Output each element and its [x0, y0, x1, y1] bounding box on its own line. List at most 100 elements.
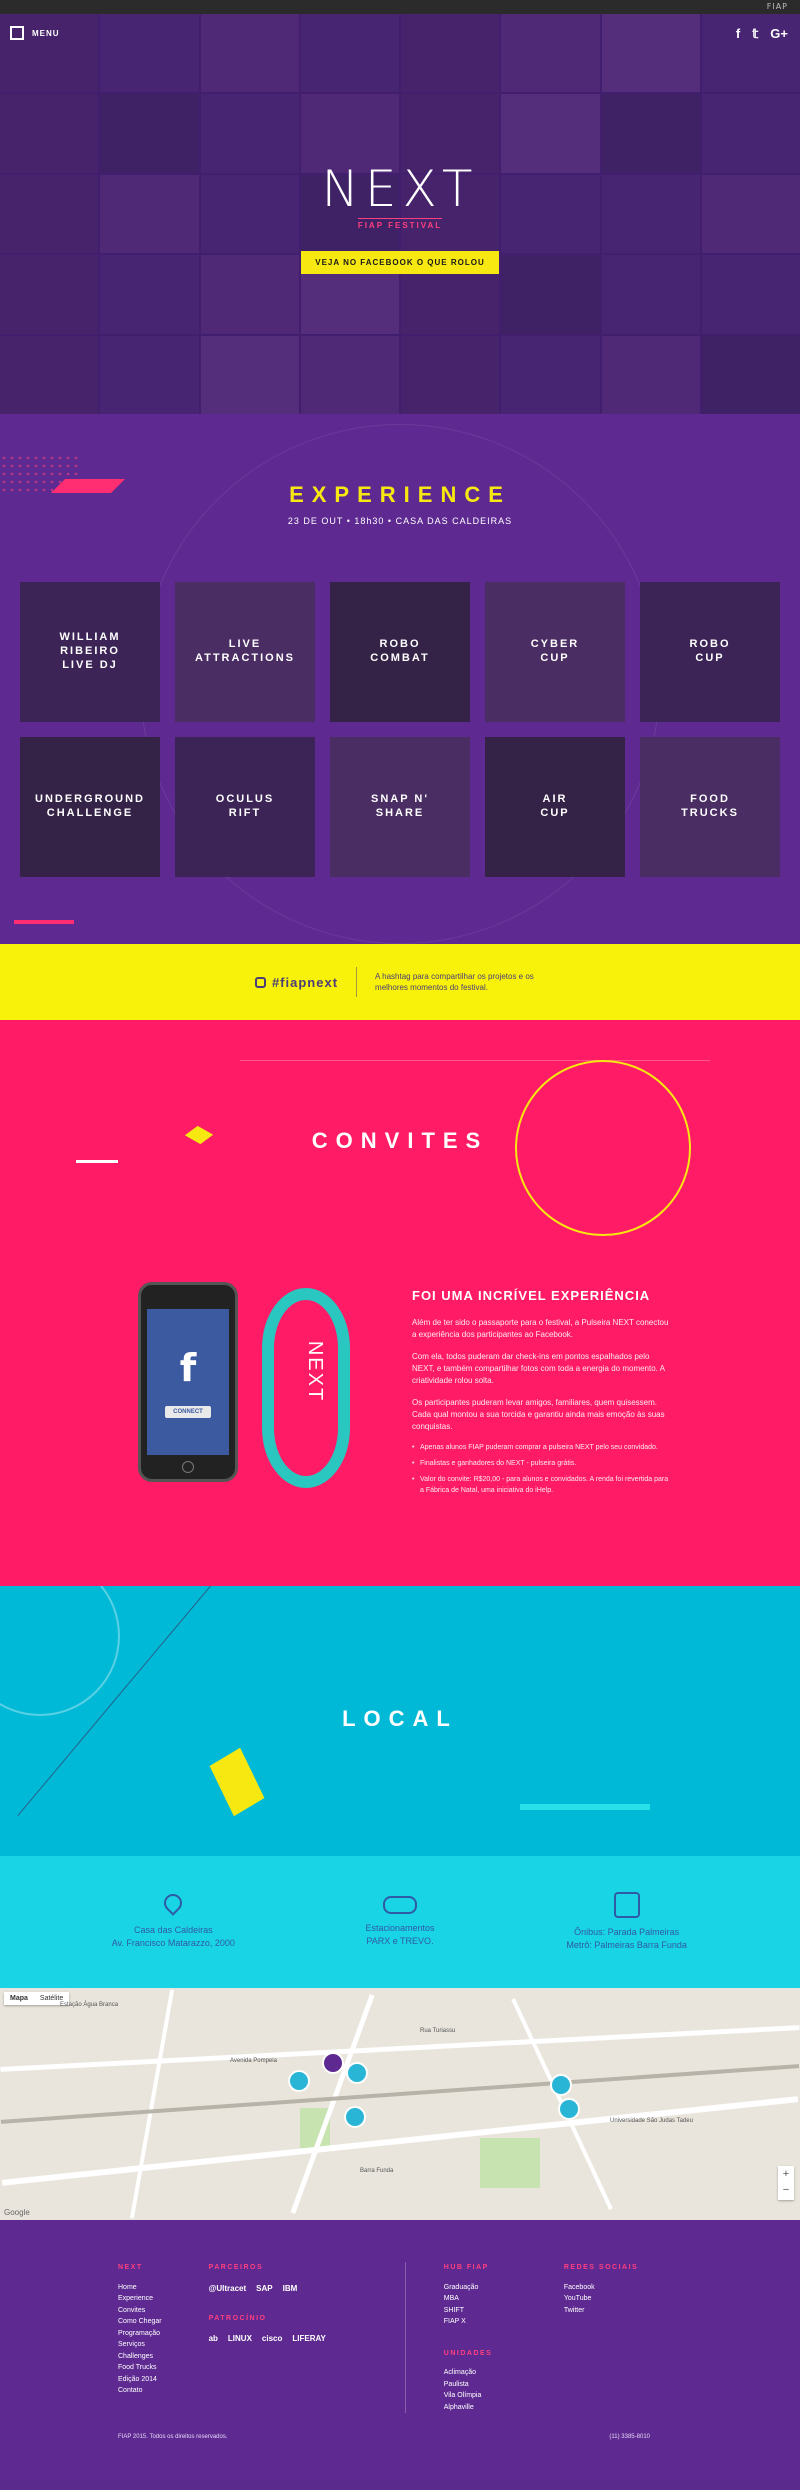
- experience-section: EXPERIENCE 23 DE OUT • 18h30 • CASA DAS …: [0, 414, 800, 944]
- footer-link[interactable]: FIAP X: [444, 2316, 564, 2328]
- menu-label: MENU: [32, 28, 60, 38]
- card-robo-cup[interactable]: ROBO CUP: [640, 582, 780, 722]
- map-road: [129, 1989, 175, 2219]
- liferay-logo[interactable]: LIFERAY: [292, 2332, 326, 2345]
- card-oculus-rift[interactable]: OCULUS RIFT: [175, 737, 315, 877]
- venue-marker-icon[interactable]: [322, 2052, 344, 2074]
- google-plus-icon[interactable]: G+: [770, 26, 788, 42]
- ab-logo[interactable]: ab: [209, 2332, 218, 2345]
- convites-text: FOI UMA INCRÍVEL EXPERIÊNCIA Além de ter…: [412, 1288, 672, 1501]
- footer-link[interactable]: Home: [118, 2282, 209, 2294]
- card-cyber-cup[interactable]: CYBER CUP: [485, 582, 625, 722]
- bus-marker-icon[interactable]: [344, 2106, 366, 2128]
- bus-marker-icon[interactable]: [550, 2074, 572, 2096]
- map-road: [0, 2025, 800, 2072]
- site-footer: NEXT Home Experience Convites Como Chega…: [0, 2220, 800, 2480]
- parking-marker-icon[interactable]: [288, 2070, 310, 2092]
- convites-paragraph: Além de ter sido o passaporte para o fes…: [412, 1318, 669, 1339]
- footer-link[interactable]: Challenges: [118, 2351, 209, 2363]
- info-line: PARX e TREVO.: [366, 1936, 434, 1946]
- menu-button[interactable]: MENU: [10, 26, 60, 40]
- card-live-attractions[interactable]: LIVE ATTRACTIONS: [175, 582, 315, 722]
- experience-title: EXPERIENCE: [289, 482, 511, 507]
- footer-link[interactable]: Graduação: [444, 2282, 564, 2294]
- decorative-bar: [76, 1160, 118, 1163]
- local-info-row: Casa das Caldeiras Av. Francisco Mataraz…: [0, 1856, 800, 1988]
- footer-link[interactable]: Edição 2014: [118, 2374, 209, 2386]
- card-food-trucks[interactable]: FOOD TRUCKS: [640, 737, 780, 877]
- facebook-icon[interactable]: f: [736, 26, 740, 42]
- footer-link[interactable]: Contato: [118, 2385, 209, 2397]
- card-label: WILLIAM RIBEIRO LIVE DJ: [59, 631, 121, 671]
- footer-heading: NEXT: [118, 2264, 143, 2271]
- experience-date: 23 DE OUT • 18h30 • CASA DAS CALDEIRAS: [287, 516, 513, 526]
- info-line: Ônibus: Parada Palmeiras: [574, 1927, 680, 1938]
- footer-link[interactable]: Experience: [118, 2293, 209, 2305]
- phone-screen: f CONNECT: [147, 1309, 229, 1455]
- footer-link[interactable]: Aclimação: [444, 2367, 564, 2379]
- partner-logos: @Ultracet SAP IBM: [209, 2282, 385, 2295]
- footer-link[interactable]: Programação: [118, 2328, 209, 2340]
- zoom-control[interactable]: + −: [778, 2166, 794, 2200]
- hashtag-label[interactable]: #fiapnext: [254, 974, 339, 990]
- card-label: ROBO COMBAT: [370, 638, 430, 664]
- cisco-logo[interactable]: cisco: [262, 2332, 282, 2345]
- info-line: Av. Francisco Matarazzo, 2000: [111, 1938, 235, 1948]
- transport-info: Ônibus: Parada Palmeiras Metrô: Palmeira…: [527, 1892, 727, 1951]
- footer-link[interactable]: Serviços: [118, 2339, 209, 2351]
- footer-link[interactable]: Alphaville: [444, 2402, 564, 2414]
- footer-link[interactable]: SHIFT: [444, 2305, 564, 2317]
- linux-logo[interactable]: LINUX: [228, 2332, 252, 2345]
- local-title: LOCAL: [342, 1706, 458, 1731]
- map-road: [1, 2096, 799, 2186]
- card-label: OCULUS RIFT: [215, 793, 275, 819]
- card-robo-combat[interactable]: ROBO COMBAT: [330, 582, 470, 722]
- footer-link[interactable]: Paulista: [444, 2379, 564, 2391]
- footer-link[interactable]: Facebook: [564, 2282, 682, 2294]
- decorative-line: [240, 1060, 710, 1061]
- list-item: Valor do convite: R$20,00 - para alunos …: [412, 1475, 672, 1497]
- home-button-icon: [182, 1461, 194, 1473]
- convites-paragraph: Os participantes puderam levar amigos, f…: [412, 1398, 665, 1431]
- facebook-cta-button[interactable]: VEJA NO FACEBOOK O QUE ROLOU: [301, 251, 499, 274]
- parking-marker-icon[interactable]: [346, 2062, 368, 2084]
- ultracet-logo[interactable]: @Ultracet: [209, 2282, 247, 2295]
- hashtag-band: #fiapnext A hashtag para compartilhar os…: [0, 944, 800, 1020]
- map-road: [290, 1994, 375, 2214]
- footer-link[interactable]: Twitter: [564, 2305, 682, 2317]
- next-logo: NEXT: [321, 160, 479, 218]
- sap-logo[interactable]: SAP: [256, 2282, 272, 2295]
- card-william-ribeiro[interactable]: WILLIAM RIBEIRO LIVE DJ: [20, 582, 160, 722]
- map-rail: [0, 2064, 800, 2124]
- footer-link[interactable]: Food Trucks: [118, 2362, 209, 2374]
- card-label: FOOD TRUCKS: [681, 793, 739, 819]
- phone-illustration: f CONNECT: [138, 1282, 238, 1482]
- footer-link[interactable]: Como Chegar: [118, 2316, 209, 2328]
- convites-section: CONVITES f CONNECT NEXT FOI UMA INCRÍVEL…: [0, 1020, 800, 1586]
- hashtag-text: #fiapnext: [271, 974, 339, 990]
- copyright: FIAP 2015. Todos os direitos reservados.: [118, 2434, 228, 2440]
- location-map[interactable]: Mapa Satélite Estação Água Branca Univer…: [0, 1988, 800, 2220]
- info-line: Metrô: Palmeiras Barra Funda: [566, 1940, 687, 1950]
- card-label: ROBO CUP: [689, 638, 731, 664]
- footer-heading: HUB FIAP: [443, 2264, 489, 2271]
- footer-link[interactable]: Convites: [118, 2305, 209, 2317]
- twitter-icon[interactable]: 𝕥: [752, 26, 758, 42]
- list-item: Finalistas e ganhadores do NEXT - pulsei…: [412, 1459, 672, 1470]
- card-label: UNDERGROUND CHALLENGE: [35, 793, 145, 819]
- local-section: LOCAL: [0, 1586, 800, 1856]
- ibm-logo[interactable]: IBM: [283, 2282, 298, 2295]
- bus-marker-icon[interactable]: [558, 2098, 580, 2120]
- footer-link[interactable]: YouTube: [564, 2293, 682, 2305]
- card-underground-challenge[interactable]: UNDERGROUND CHALLENGE: [20, 737, 160, 877]
- card-air-cup[interactable]: AIR CUP: [485, 737, 625, 877]
- card-snap-n-share[interactable]: SNAP N' SHARE: [330, 737, 470, 877]
- tab-map[interactable]: Mapa: [4, 1992, 34, 2005]
- footer-link[interactable]: Vila Olímpia: [444, 2390, 564, 2402]
- menu-icon: [10, 26, 24, 40]
- header-social-links: f 𝕥 G+: [736, 26, 788, 42]
- place-label: Rua Turiassu: [420, 2028, 456, 2034]
- footer-link[interactable]: MBA: [444, 2293, 564, 2305]
- car-icon: [382, 1896, 417, 1915]
- brand-label: FIAP: [766, 2, 788, 11]
